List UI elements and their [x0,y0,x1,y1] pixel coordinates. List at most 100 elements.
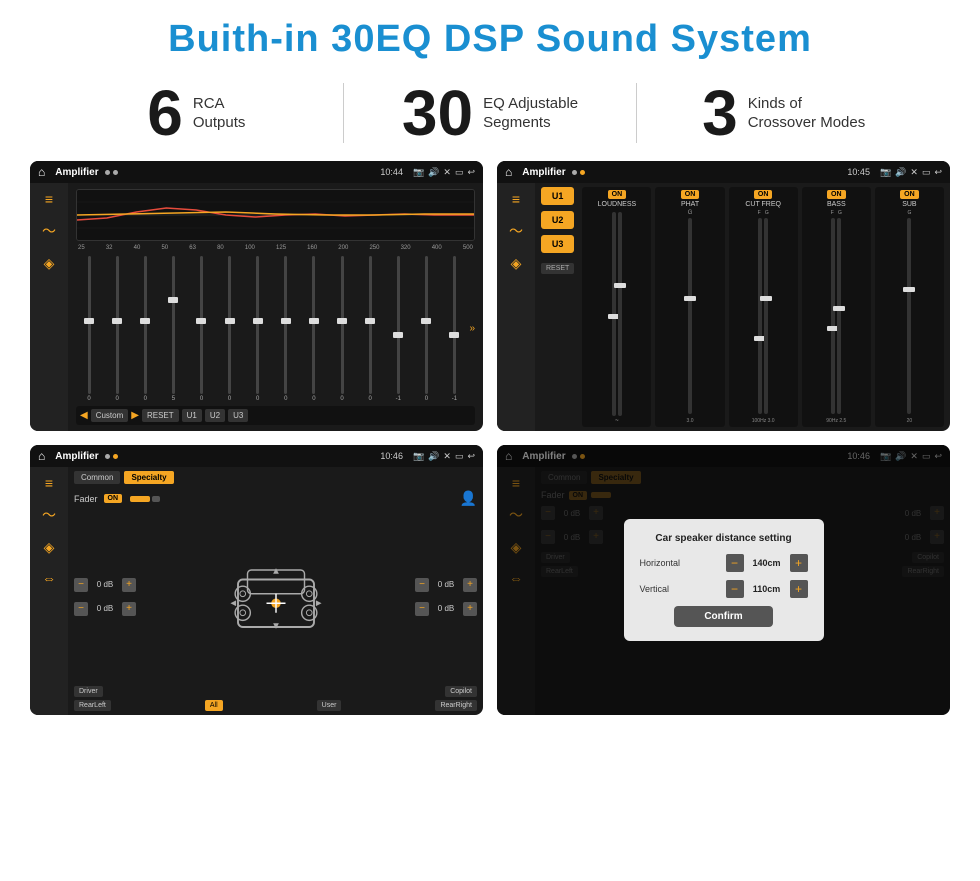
wave-icon-3[interactable]: 〜 [42,505,56,525]
eq-icon-2[interactable]: ≡ [512,191,520,207]
vertical-minus[interactable]: − [726,580,744,598]
db-plus-br[interactable]: + [463,602,477,616]
vertical-plus[interactable]: + [790,580,808,598]
sub-track[interactable] [907,218,911,414]
next-arrow[interactable]: ▶ [131,410,139,421]
person-icon-3[interactable]: 👤 [460,490,477,507]
left-sidebar-3: ≡ 〜 ◈ ⇔ [30,467,68,715]
fader-label: Fader [74,494,98,504]
eq-icon-1[interactable]: ≡ [45,191,53,207]
app-name-2: Amplifier [522,167,565,178]
slider-track-12[interactable] [425,256,428,394]
slider-col-12: 0 [413,254,439,402]
bass-track-f[interactable] [831,218,835,414]
custom-btn[interactable]: Custom [91,409,129,422]
screen-content-1: ≡ 〜 ◈ [30,183,483,431]
on-badge-bass: ON [827,190,846,199]
reset-btn-eq[interactable]: RESET [142,409,179,422]
slider-col-11: -1 [385,254,411,402]
reset-btn-cross[interactable]: RESET [541,263,574,274]
slider-track-6[interactable] [256,256,259,394]
slider-track-13[interactable] [453,256,456,394]
slider-track-11[interactable] [397,256,400,394]
volume-icon-3: 🔊 [428,451,439,462]
slider-track-2[interactable] [144,256,147,394]
time-3: 10:46 [380,451,403,461]
wave-icon-1[interactable]: 〜 [42,221,56,241]
u1-btn[interactable]: U1 [541,187,574,205]
slider-col-3: 5 [160,254,186,402]
user-btn[interactable]: User [317,700,342,711]
bass-track-g[interactable] [837,218,841,414]
slider-track-5[interactable] [228,256,231,394]
slider-track-4[interactable] [200,256,203,394]
dot-3a [105,454,110,459]
driver-btn[interactable]: Driver [74,686,103,697]
vertical-control: − 110cm + [726,580,808,598]
common-tab-3[interactable]: Common [74,471,120,484]
slider-track-7[interactable] [284,256,287,394]
slider-col-0: 0 [76,254,102,402]
prev-arrow[interactable]: ◀ [80,410,88,421]
specialty-tab-3[interactable]: Specialty [124,471,173,484]
u2-btn[interactable]: U2 [541,211,574,229]
loudness-track-l[interactable] [612,212,616,416]
dot-1b [113,170,118,175]
db-plus-tl[interactable]: + [122,578,136,592]
vertical-value: 110cm [748,584,786,594]
all-btn[interactable]: All [205,700,223,711]
slider-track-9[interactable] [341,256,344,394]
slider-col-9: 0 [329,254,355,402]
db-minus-tl[interactable]: − [74,578,88,592]
screen-content-2: ≡ 〜 ◈ U1 U2 U3 RESET ON LO [497,183,950,431]
back-icon-3: ↩ [467,451,475,462]
eq-icon-3[interactable]: ≡ [45,475,53,491]
status-icons-3: 📷 🔊 ✕ ▭ ↩ [413,451,475,462]
fader-slider-h[interactable] [130,496,150,502]
phat-track[interactable] [688,218,692,414]
horizontal-plus[interactable]: + [790,554,808,572]
confirm-button[interactable]: Confirm [674,606,772,627]
slider-track-10[interactable] [369,256,372,394]
slider-track-3[interactable] [172,256,175,394]
fader-slider-handle[interactable] [152,496,160,502]
back-icon-2: ↩ [934,167,942,178]
wave-icon-2[interactable]: 〜 [509,221,523,241]
db-minus-bl[interactable]: − [74,602,88,616]
stat-rca: 6 RCAOutputs [60,81,333,145]
slider-track-1[interactable] [116,256,119,394]
freq-labels: 2532 4050 6380 100125 160200 250320 4005… [76,245,475,251]
cutfreq-track-g[interactable] [764,218,768,414]
slider-track-0[interactable] [88,256,91,394]
u3-btn[interactable]: U3 [541,235,574,253]
cutfreq-track-f[interactable] [758,218,762,414]
db-plus-bl[interactable]: + [122,602,136,616]
u1-btn-eq[interactable]: U1 [182,409,202,422]
left-sidebar-2: ≡ 〜 ◈ [497,183,535,431]
rearright-btn[interactable]: RearRight [435,700,477,711]
on-badge-phat: ON [681,190,700,199]
copilot-btn[interactable]: Copilot [445,686,477,697]
close-icon-3: ✕ [443,451,451,462]
car-diagram-svg [216,551,336,646]
speaker-icon-2[interactable]: ◈ [511,255,522,272]
bottom-btns-row2: RearLeft All User RearRight [74,700,477,711]
expand-arrows[interactable]: » [470,254,476,402]
db-minus-tr[interactable]: − [415,578,429,592]
arrows-icon-3[interactable]: ⇔ [42,570,56,586]
loudness-track-r[interactable] [618,212,622,416]
speaker-icon-1[interactable]: ◈ [44,255,55,272]
speaker-icon-3[interactable]: ◈ [44,539,55,556]
horizontal-minus[interactable]: − [726,554,744,572]
cross-col-bass: ON BASS F G 90Hz 2.5 [802,187,871,427]
fader-main: − 0 dB + − 0 dB + [74,515,477,682]
screen-crossover: ⌂ Amplifier 10:45 📷 🔊 ✕ ▭ ↩ ≡ 〜 ◈ [497,161,950,431]
u3-btn-eq[interactable]: U3 [228,409,248,422]
u2-btn-eq[interactable]: U2 [205,409,225,422]
time-2: 10:45 [847,167,870,177]
slider-track-8[interactable] [312,256,315,394]
rearleft-btn[interactable]: RearLeft [74,700,111,711]
dot-2b [580,170,585,175]
db-plus-tr[interactable]: + [463,578,477,592]
db-minus-br[interactable]: − [415,602,429,616]
